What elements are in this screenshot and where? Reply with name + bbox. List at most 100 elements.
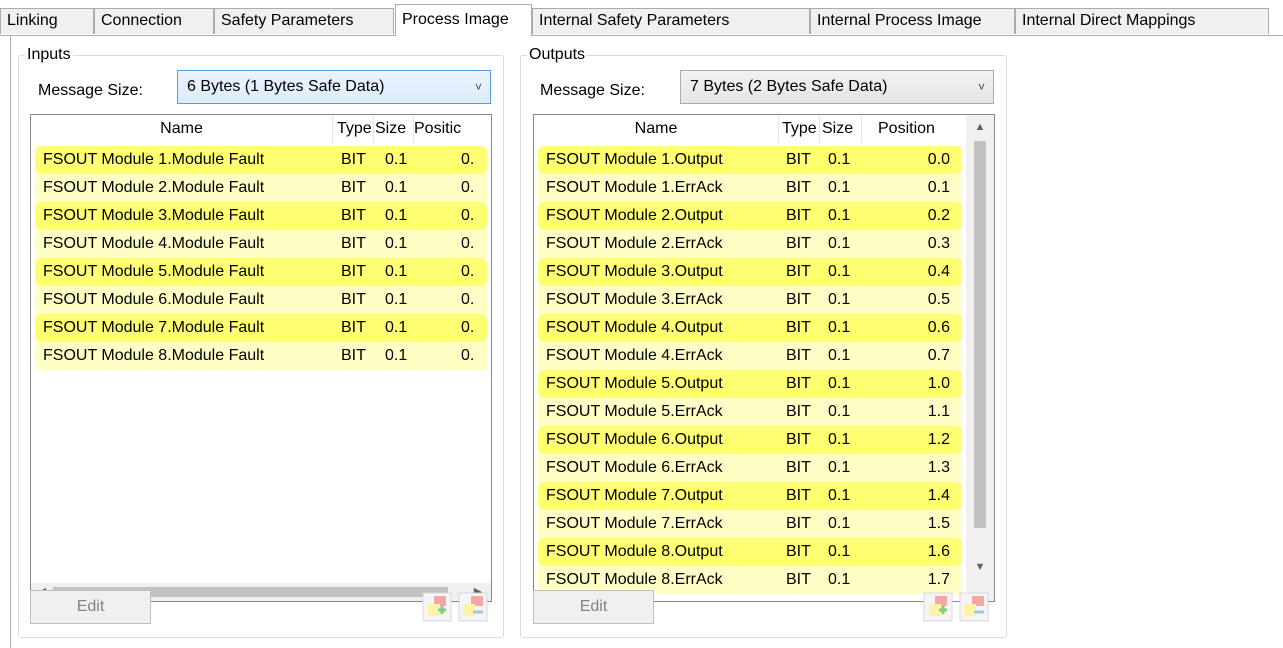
column-header-type[interactable]: Type [334, 115, 374, 143]
column-header-position[interactable]: Position [862, 115, 958, 143]
table-row[interactable]: FSOUT Module 6.Module Fault BIT 0.1 0. [35, 286, 487, 314]
column-header-size[interactable]: Size [374, 115, 414, 143]
inputs-list[interactable]: Name Type Size Positic FSOUT Module 1.Mo… [30, 114, 492, 602]
table-row[interactable]: FSOUT Module 2.Output BIT 0.1 0.2 [538, 202, 962, 230]
cell-position: 0. [461, 179, 475, 196]
column-header-type[interactable]: Type [780, 115, 820, 143]
cell-name: FSOUT Module 8.Output [546, 543, 723, 560]
table-row[interactable]: FSOUT Module 7.ErrAck BIT 0.1 1.5 [538, 510, 962, 538]
cell-position: 0. [461, 151, 475, 168]
table-row[interactable]: FSOUT Module 2.Module Fault BIT 0.1 0. [35, 174, 487, 202]
table-row[interactable]: FSOUT Module 1.Output BIT 0.1 0.0 [538, 146, 962, 174]
cell-name: FSOUT Module 4.Output [546, 319, 723, 336]
cell-name: FSOUT Module 5.Output [546, 375, 723, 392]
outputs-list[interactable]: Name Type Size Position FSOUT Module 1.O… [533, 114, 995, 602]
cell-size: 0.1 [828, 179, 851, 196]
table-row[interactable]: FSOUT Module 3.Module Fault BIT 0.1 0. [35, 202, 487, 230]
cell-type: BIT [786, 515, 811, 532]
cell-type: BIT [341, 151, 366, 168]
table-row[interactable]: FSOUT Module 1.Module Fault BIT 0.1 0. [35, 146, 487, 174]
remove-entry-icon [959, 592, 989, 622]
inputs-group: Inputs Message Size: 6 Bytes (1 Bytes Sa… [18, 45, 504, 638]
add-entry-icon [923, 592, 953, 622]
tab-process-image[interactable]: Process Image [395, 4, 532, 36]
column-header-name[interactable]: Name [534, 115, 779, 143]
tab-safety-parameters[interactable]: Safety Parameters [214, 8, 394, 34]
cell-size: 0.1 [828, 571, 851, 588]
cell-position: 1.3 [927, 459, 950, 476]
cell-size: 0.1 [828, 291, 851, 308]
cell-size: 0.1 [828, 319, 851, 336]
table-row[interactable]: FSOUT Module 5.Module Fault BIT 0.1 0. [35, 258, 487, 286]
cell-type: BIT [786, 431, 811, 448]
table-row[interactable]: FSOUT Module 7.Output BIT 0.1 1.4 [538, 482, 962, 510]
cell-name: FSOUT Module 3.ErrAck [546, 291, 723, 308]
cell-size: 0.1 [828, 263, 851, 280]
cell-position: 1.5 [927, 515, 950, 532]
cell-position: 1.2 [927, 431, 950, 448]
cell-type: BIT [786, 263, 811, 280]
cell-position: 0.3 [927, 235, 950, 252]
cell-position: 0.2 [927, 207, 950, 224]
table-row[interactable]: FSOUT Module 7.Module Fault BIT 0.1 0. [35, 314, 487, 342]
cell-name: FSOUT Module 8.Module Fault [43, 347, 265, 364]
inputs-edit-button[interactable]: Edit [30, 590, 151, 624]
table-row[interactable]: FSOUT Module 4.Module Fault BIT 0.1 0. [35, 230, 487, 258]
cell-size: 0.1 [385, 347, 408, 364]
cell-type: BIT [341, 263, 366, 280]
tab-internal-safety-parameters[interactable]: Internal Safety Parameters [532, 8, 810, 34]
cell-position: 0. [461, 263, 475, 280]
outputs-message-size-select[interactable]: 7 Bytes (2 Bytes Safe Data) ˅ [680, 70, 994, 104]
table-row[interactable]: FSOUT Module 8.Module Fault BIT 0.1 0. [35, 342, 487, 370]
cell-type: BIT [786, 235, 811, 252]
scroll-down-arrow-icon[interactable]: ▼ [973, 559, 987, 575]
table-row[interactable]: FSOUT Module 3.Output BIT 0.1 0.4 [538, 258, 962, 286]
cell-type: BIT [786, 179, 811, 196]
cell-position: 0.6 [927, 319, 950, 336]
outputs-vertical-scrollbar[interactable]: ▲ ▼ [966, 115, 994, 601]
cell-type: BIT [786, 151, 811, 168]
tab-connection[interactable]: Connection [94, 8, 214, 34]
table-row[interactable]: FSOUT Module 5.ErrAck BIT 0.1 1.1 [538, 398, 962, 426]
cell-size: 0.1 [828, 487, 851, 504]
tab-internal-direct-mappings[interactable]: Internal Direct Mappings [1015, 8, 1269, 34]
cell-type: BIT [786, 543, 811, 560]
outputs-add-entry-button[interactable] [922, 590, 954, 624]
tab-linking[interactable]: Linking [0, 8, 94, 34]
cell-position: 0.7 [927, 347, 950, 364]
tab-internal-process-image[interactable]: Internal Process Image [810, 8, 1015, 34]
cell-type: BIT [341, 347, 366, 364]
outputs-remove-entry-button[interactable] [958, 590, 990, 624]
table-row[interactable]: FSOUT Module 5.Output BIT 0.1 1.0 [538, 370, 962, 398]
cell-name: FSOUT Module 3.Output [546, 263, 723, 280]
column-header-size[interactable]: Size [820, 115, 862, 143]
cell-name: FSOUT Module 6.Output [546, 431, 723, 448]
cell-position: 0. [461, 319, 475, 336]
cell-size: 0.1 [385, 151, 408, 168]
scroll-up-arrow-icon[interactable]: ▲ [973, 119, 987, 135]
cell-size: 0.1 [828, 151, 851, 168]
inputs-remove-entry-button[interactable] [457, 590, 489, 624]
outputs-edit-button[interactable]: Edit [533, 590, 654, 624]
table-row[interactable]: FSOUT Module 4.ErrAck BIT 0.1 0.7 [538, 342, 962, 370]
outputs-vertical-scroll-thumb[interactable] [974, 141, 986, 528]
table-row[interactable]: FSOUT Module 3.ErrAck BIT 0.1 0.5 [538, 286, 962, 314]
cell-type: BIT [786, 487, 811, 504]
table-row[interactable]: FSOUT Module 1.ErrAck BIT 0.1 0.1 [538, 174, 962, 202]
cell-position: 1.4 [927, 487, 950, 504]
inputs-message-size-select[interactable]: 6 Bytes (1 Bytes Safe Data) ˅ [177, 70, 491, 104]
cell-type: BIT [341, 319, 366, 336]
column-header-name[interactable]: Name [31, 115, 333, 143]
outputs-message-size-value: 7 Bytes (2 Bytes Safe Data) [690, 78, 888, 95]
cell-type: BIT [786, 207, 811, 224]
tab-underline [0, 35, 1283, 36]
table-row[interactable]: FSOUT Module 6.ErrAck BIT 0.1 1.3 [538, 454, 962, 482]
cell-size: 0.1 [828, 403, 851, 420]
table-row[interactable]: FSOUT Module 8.Output BIT 0.1 1.6 [538, 538, 962, 566]
inputs-add-entry-button[interactable] [421, 590, 453, 624]
inputs-legend: Inputs [25, 45, 73, 65]
table-row[interactable]: FSOUT Module 6.Output BIT 0.1 1.2 [538, 426, 962, 454]
table-row[interactable]: FSOUT Module 4.Output BIT 0.1 0.6 [538, 314, 962, 342]
column-header-position[interactable]: Positic [414, 115, 491, 143]
table-row[interactable]: FSOUT Module 2.ErrAck BIT 0.1 0.3 [538, 230, 962, 258]
